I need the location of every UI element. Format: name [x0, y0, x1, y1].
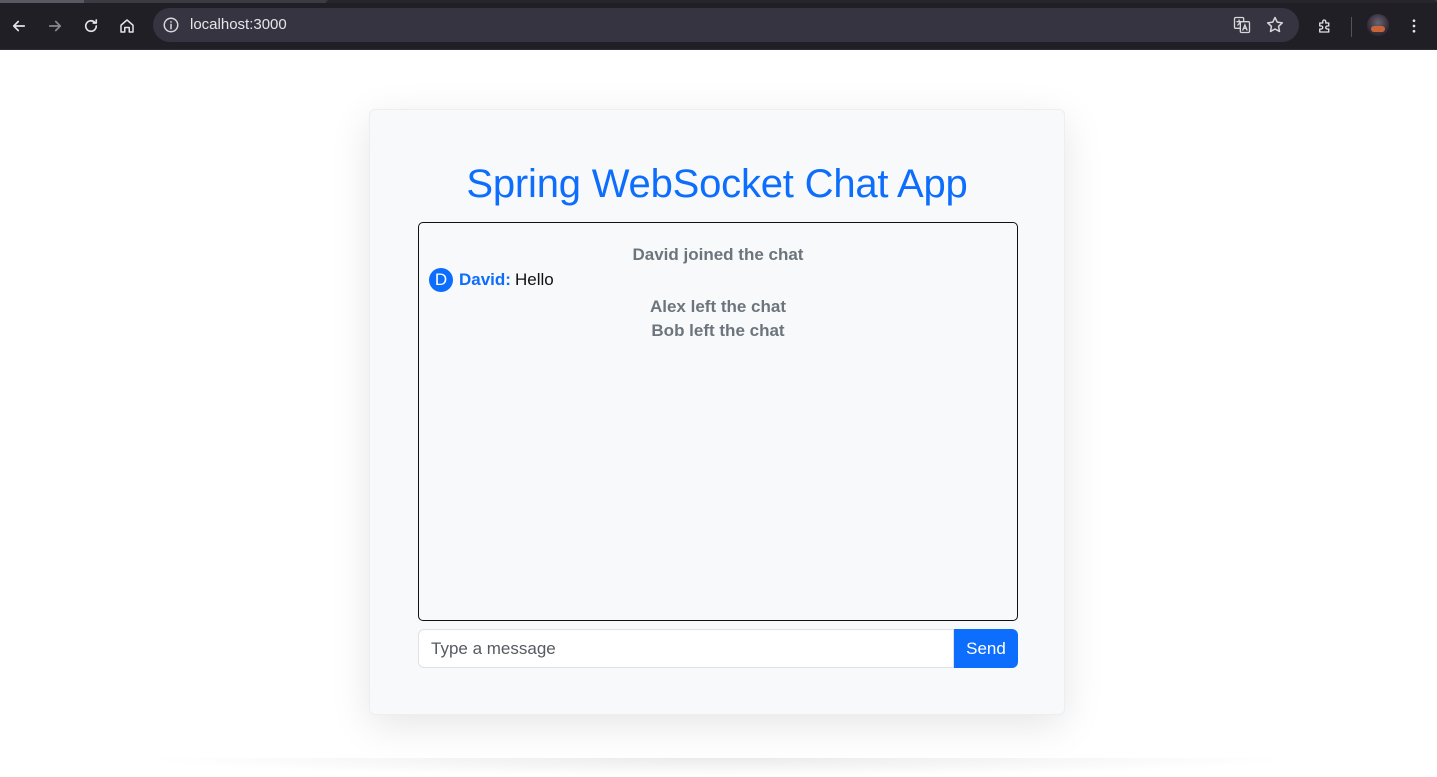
chat-message: D David: Hello [429, 268, 554, 292]
message-input[interactable] [418, 629, 954, 668]
system-message: Bob left the chat [651, 321, 785, 340]
puzzle-icon[interactable] [1311, 12, 1339, 40]
toolbar-divider [1351, 17, 1352, 37]
url-text[interactable]: localhost:3000 [190, 16, 287, 34]
home-icon[interactable] [113, 12, 141, 40]
reload-icon[interactable] [77, 12, 105, 40]
page-shadow [140, 758, 1300, 777]
browser-toolbar: localhost:3000 [0, 3, 1437, 50]
star-icon[interactable] [1265, 15, 1285, 35]
sender-name: David: [459, 270, 511, 289]
arrow-right-icon[interactable] [41, 12, 69, 40]
kebab-menu-icon[interactable] [1400, 12, 1428, 40]
system-message: Alex left the chat [649, 297, 787, 316]
avatar[interactable] [1367, 14, 1389, 36]
system-message: David joined the chat [632, 245, 804, 264]
address-bar[interactable]: localhost:3000 [153, 8, 1299, 42]
sender-avatar: D [429, 268, 453, 292]
chat-card: Spring WebSocket Chat App David joined t… [369, 109, 1065, 715]
message-list[interactable]: David joined the chat D David: Hello Ale… [418, 222, 1018, 621]
arrow-left-icon[interactable] [5, 12, 33, 40]
composer: Send [418, 629, 1018, 668]
info-icon[interactable] [162, 16, 180, 34]
message-text: Hello [514, 270, 554, 289]
page-title: Spring WebSocket Chat App [466, 162, 968, 206]
translate-icon[interactable] [1232, 15, 1252, 35]
send-button[interactable]: Send [954, 629, 1018, 668]
